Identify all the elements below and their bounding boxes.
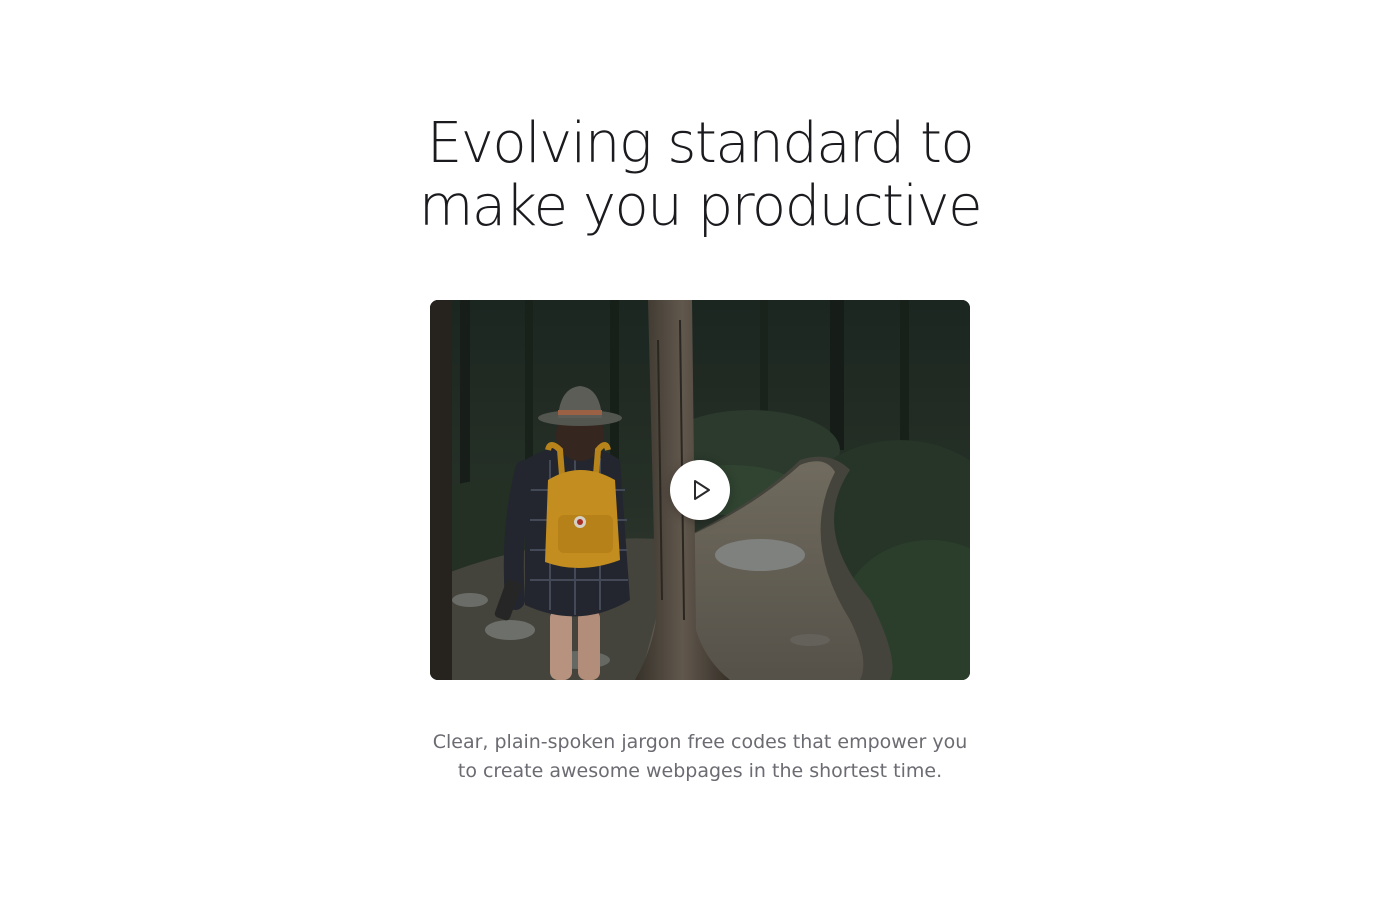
hero-description-line-1: Clear, plain-spoken jargon free codes th… [432,731,968,753]
page-title-line-2: make you productive [418,174,983,239]
hero-description-line-2: to create awesome webpages in the shorte… [457,760,943,782]
hero-description: Clear, plain-spoken jargon free codes th… [400,728,1000,786]
play-button[interactable] [670,460,730,520]
hero-section: Evolving standard to make you productive [0,0,1400,900]
play-icon [694,480,710,500]
page-title: Evolving standard to make you productive [300,112,1100,238]
page-title-line-1: Evolving standard to [426,111,975,176]
video-player[interactable] [430,300,970,680]
